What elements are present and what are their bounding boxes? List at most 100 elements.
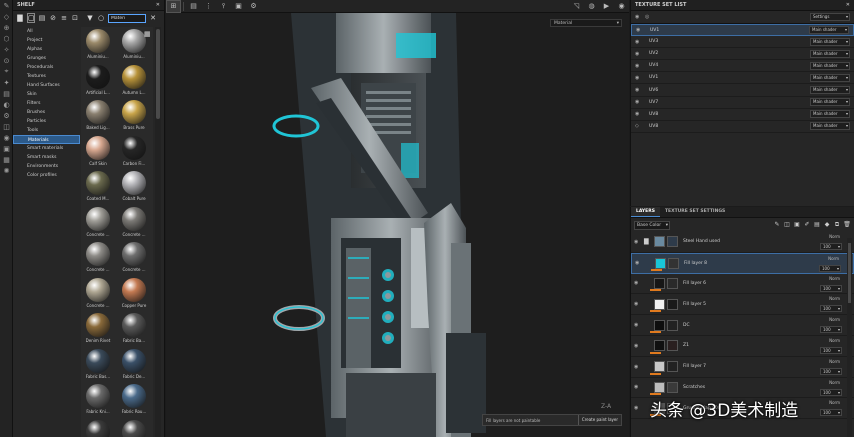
opacity-field[interactable]: 100 ▾: [819, 264, 841, 272]
blend-mode-dropdown[interactable]: Norm: [829, 380, 840, 385]
eye-icon[interactable]: ◉: [635, 51, 645, 57]
scrollbar-thumb[interactable]: [848, 243, 851, 303]
channel-select[interactable]: Base Color ▾: [634, 220, 670, 230]
eye-icon[interactable]: ◉: [634, 280, 644, 286]
search-icon[interactable]: ○: [97, 14, 105, 22]
shader-dropdown[interactable]: Main shader ▾: [810, 49, 850, 58]
material-thumbnail[interactable]: Fabric Ba...: [117, 311, 151, 346]
clone-icon[interactable]: ⊙: [0, 55, 13, 66]
layer-row[interactable]: ◉ Z1 Norm 100 ▾: [631, 336, 854, 357]
texture-set-row[interactable]: ◉ UV8 Main shader ▾: [631, 109, 854, 121]
material-thumbnail[interactable]: Concrete ...: [81, 276, 115, 311]
blend-mode-dropdown[interactable]: Norm: [829, 296, 840, 301]
layer-row[interactable]: ◉ Fill layer 6 Norm 100 ▾: [631, 274, 854, 295]
shelf-search-input[interactable]: [108, 13, 146, 23]
material-thumbnail[interactable]: [117, 418, 151, 437]
opacity-field[interactable]: 100 ▾: [820, 243, 842, 250]
projection-icon[interactable]: ⊕: [0, 22, 13, 33]
eye-icon[interactable]: ◉: [635, 63, 645, 69]
bake-icon[interactable]: ⚙: [0, 110, 13, 121]
eye-icon[interactable]: ◉: [635, 99, 645, 105]
texture-set-row[interactable]: ◉ UV4 Main shader ▾: [631, 60, 854, 73]
settings-dropdown[interactable]: Settings ▾: [810, 13, 850, 21]
grid-view-icon[interactable]: ▤: [38, 14, 46, 22]
close-icon[interactable]: ✕: [156, 2, 160, 8]
add-group-icon[interactable]: ▤: [813, 221, 821, 229]
material-thumbnail[interactable]: Cobalt Pure: [117, 169, 151, 204]
opacity-field[interactable]: 100 ▾: [820, 409, 842, 417]
tab-layers[interactable]: LAYERS: [631, 207, 660, 217]
folder-icon[interactable]: ▇: [644, 238, 652, 245]
eye-icon[interactable]: ◉: [634, 239, 644, 245]
eye-icon[interactable]: ◉: [634, 343, 644, 349]
video-camera-icon[interactable]: ▶: [599, 0, 614, 13]
category-item[interactable]: Skin: [13, 90, 80, 99]
blend-mode-dropdown[interactable]: Norm: [829, 234, 840, 239]
layer-row[interactable]: ◉ ▇ Steel Hand used Norm 100 ▾: [631, 232, 854, 253]
layer-row[interactable]: ◉ Fill layer 7 Norm 100 ▾: [631, 357, 854, 378]
material-thumbnail[interactable]: Concrete ...: [117, 240, 151, 275]
camera-frame-icon[interactable]: ▣: [231, 0, 246, 13]
category-item[interactable]: All: [13, 27, 80, 36]
3d-viewport[interactable]: Material ▾ Z-A Fill layers are not paint…: [166, 13, 629, 437]
eye-icon[interactable]: ◉: [634, 301, 644, 307]
opacity-field[interactable]: 100 ▾: [820, 388, 842, 396]
category-item[interactable]: Materials: [13, 135, 80, 144]
shader-dropdown[interactable]: Main shader ▾: [810, 73, 850, 82]
blend-mode-dropdown[interactable]: Norm: [829, 359, 840, 364]
duplicate-icon[interactable]: ⧉: [833, 221, 841, 229]
mask-icon[interactable]: ◐: [0, 99, 13, 110]
settings-icon[interactable]: ✺: [0, 165, 13, 176]
render-icon[interactable]: ◍: [584, 0, 599, 13]
material-thumbnail[interactable]: Autumn L...: [117, 63, 151, 98]
smudge-icon[interactable]: ✧: [0, 44, 13, 55]
mirror-icon[interactable]: ⫯: [216, 0, 231, 13]
material-thumbnail[interactable]: Fabric Bas...: [81, 347, 115, 382]
layer-row[interactable]: ◉ DC Norm 100 ▾: [631, 315, 854, 336]
material-thumbnail[interactable]: Baked Lig...: [81, 98, 115, 133]
display-icon[interactable]: ◫: [0, 121, 13, 132]
shader-dropdown[interactable]: Main shader ▾: [809, 26, 849, 35]
texture-set-row[interactable]: ◉ UV3 Main shader ▾: [631, 36, 854, 49]
eye-icon[interactable]: ◉: [634, 322, 644, 328]
shader-dropdown[interactable]: Main shader ▾: [810, 86, 850, 95]
visibility-icon[interactable]: ◎: [645, 14, 655, 20]
eye-icon[interactable]: ◉: [634, 405, 644, 411]
add-effect-icon[interactable]: ✎: [773, 221, 781, 229]
category-item[interactable]: Tools: [13, 126, 80, 135]
category-item[interactable]: Procedurals: [13, 63, 80, 72]
add-paint-layer-icon[interactable]: ✐: [803, 221, 811, 229]
eye-icon[interactable]: ◉: [635, 14, 645, 20]
material-thumbnail[interactable]: Coated M...: [81, 169, 115, 204]
blend-mode-dropdown[interactable]: Norm: [829, 338, 840, 343]
category-item[interactable]: Grunges: [13, 54, 80, 63]
paint-brush-icon[interactable]: ✎: [0, 0, 13, 11]
eye-icon[interactable]: ◉: [634, 364, 644, 370]
layers-scrollbar[interactable]: [847, 238, 852, 437]
eraser-icon[interactable]: ◇: [0, 11, 13, 22]
texture-set-row[interactable]: ◉ UV6 Main shader ▾: [631, 84, 854, 97]
viewport-mode-select[interactable]: Material ▾: [550, 19, 622, 27]
viewer-settings-icon[interactable]: ▣: [0, 143, 13, 154]
screenshot-icon[interactable]: ◉: [614, 0, 629, 13]
category-item[interactable]: Alphas: [13, 45, 80, 54]
material-picker-icon[interactable]: ✦: [0, 77, 13, 88]
material-thumbnail[interactable]: Denim Rivet: [81, 311, 115, 346]
opacity-field[interactable]: 100 ▾: [820, 305, 842, 313]
material-thumbnail[interactable]: Concrete ...: [81, 240, 115, 275]
layer-row[interactable]: ◉ Fill layer 5 Norm 100 ▾: [631, 294, 854, 316]
picker-icon[interactable]: ⌖: [0, 66, 13, 77]
material-thumbnail[interactable]: Carbon Fi...: [117, 134, 151, 169]
material-thumbnail[interactable]: Concrete ...: [117, 205, 151, 240]
shader-dropdown[interactable]: Main shader ▾: [810, 98, 850, 107]
shader-dropdown[interactable]: Main shader ▾: [810, 110, 850, 119]
eye-icon[interactable]: ◇: [635, 123, 645, 129]
opacity-field[interactable]: 100 ▾: [820, 346, 842, 354]
texture-set-row[interactable]: ◉ UV7 Main shader ▾: [631, 97, 854, 109]
material-thumbnail[interactable]: Concrete ...: [81, 205, 115, 240]
thumbnail-view-icon[interactable]: ▢: [27, 13, 35, 23]
eye-icon[interactable]: ◉: [635, 39, 645, 45]
blend-mode-dropdown[interactable]: Norm: [829, 400, 840, 405]
gizmo-icon[interactable]: ⚙: [246, 0, 261, 13]
category-item[interactable]: Smart materials: [13, 144, 80, 153]
